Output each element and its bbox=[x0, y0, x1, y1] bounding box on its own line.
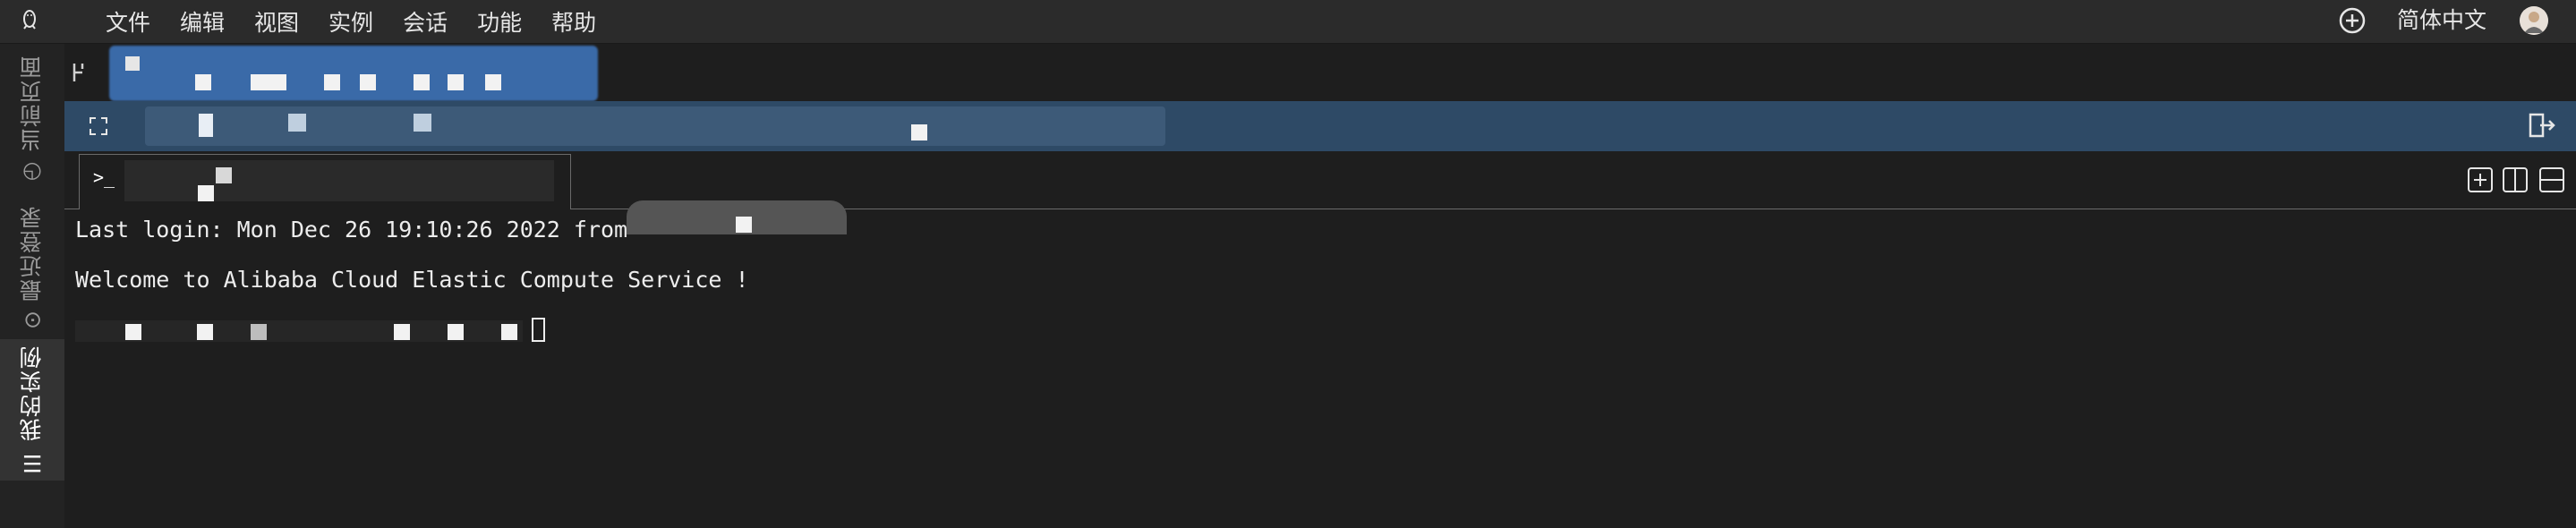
redacted-pixels bbox=[448, 74, 464, 90]
redacted-pixels bbox=[251, 74, 286, 90]
menu-view[interactable]: 视图 bbox=[254, 5, 299, 38]
menu-file[interactable]: 文件 bbox=[106, 5, 150, 38]
sidebar: ◷ 当前页面 ⊙ 最近登录 ☰ 我的实例 bbox=[0, 44, 65, 528]
redacted-pixels bbox=[197, 324, 213, 340]
redacted-pixels bbox=[414, 114, 431, 132]
redacted-pixels bbox=[501, 324, 517, 340]
new-pane-icon[interactable] bbox=[2467, 166, 2494, 193]
split-horizontal-icon[interactable] bbox=[2538, 166, 2565, 193]
terminal-area[interactable] bbox=[64, 209, 2576, 528]
terminal-line-login: Last login: Mon Dec 26 19:10:26 2022 fro… bbox=[75, 217, 628, 243]
list-icon: ☰ bbox=[19, 447, 46, 476]
redacted-pixels bbox=[485, 74, 501, 90]
sidebar-item-label: 当前页面 bbox=[19, 54, 45, 151]
avatar-icon bbox=[2520, 6, 2548, 35]
menu-session[interactable]: 会话 bbox=[403, 5, 448, 38]
menu-instance[interactable]: 实例 bbox=[328, 5, 373, 38]
sidebar-item-recent-login[interactable]: ⊙ 最近登录 bbox=[0, 200, 64, 334]
terminal-line-welcome: Welcome to Alibaba Cloud Elastic Compute… bbox=[75, 267, 749, 293]
user-avatar[interactable] bbox=[2520, 6, 2548, 35]
redacted-pixels bbox=[448, 324, 464, 340]
language-selector[interactable]: 简体中文 bbox=[2397, 5, 2486, 36]
redacted-pixels bbox=[414, 74, 430, 90]
sidebar-item-label: 我的实例 bbox=[19, 344, 45, 441]
sidebar-item-current-page[interactable]: ◷ 当前页面 bbox=[0, 53, 64, 187]
redacted-pixels bbox=[198, 185, 214, 201]
plus-circle-icon[interactable] bbox=[2338, 6, 2367, 35]
redacted-pixels bbox=[324, 74, 340, 90]
redacted-instance-name bbox=[109, 46, 598, 101]
redacted-pixels bbox=[736, 217, 752, 233]
terminal-prompt-icon: >_ bbox=[93, 166, 115, 188]
main-menu: 文件 编辑 视图 实例 会话 功能 帮助 bbox=[106, 0, 596, 43]
split-vertical-icon[interactable] bbox=[2502, 166, 2529, 193]
menu-features[interactable]: 功能 bbox=[477, 5, 522, 38]
terminal-cursor bbox=[532, 318, 545, 342]
menu-edit[interactable]: 编辑 bbox=[180, 5, 225, 38]
instance-toolbar bbox=[64, 101, 2576, 151]
clock-icon: ◷ bbox=[19, 158, 46, 186]
ellipsis-circle-icon: ⊙ bbox=[19, 308, 46, 329]
redacted-pixels bbox=[199, 114, 213, 137]
penguin-icon[interactable] bbox=[16, 7, 43, 34]
sidebar-item-my-instances[interactable]: ☰ 我的实例 bbox=[0, 339, 64, 481]
instance-header bbox=[64, 44, 2576, 101]
redacted-pixels bbox=[251, 324, 267, 340]
redacted-pixels bbox=[394, 324, 410, 340]
expand-icon[interactable] bbox=[88, 115, 109, 137]
menu-bar: 文件 编辑 视图 实例 会话 功能 帮助 简体中文 bbox=[0, 0, 2576, 44]
redacted-pixels bbox=[360, 74, 376, 90]
instance-status-icon bbox=[73, 64, 84, 81]
exit-icon[interactable] bbox=[2528, 112, 2556, 139]
menu-help[interactable]: 帮助 bbox=[551, 5, 596, 38]
redacted-pixels bbox=[288, 114, 306, 132]
session-tab[interactable] bbox=[79, 154, 571, 210]
redacted-pixels bbox=[911, 124, 927, 141]
redacted-pixels bbox=[216, 167, 232, 183]
redacted-pixels bbox=[125, 56, 140, 71]
sidebar-item-label: 最近登录 bbox=[19, 204, 45, 302]
redacted-tab-title bbox=[124, 160, 554, 201]
redacted-pixels bbox=[125, 324, 141, 340]
redacted-pixels bbox=[195, 74, 211, 90]
